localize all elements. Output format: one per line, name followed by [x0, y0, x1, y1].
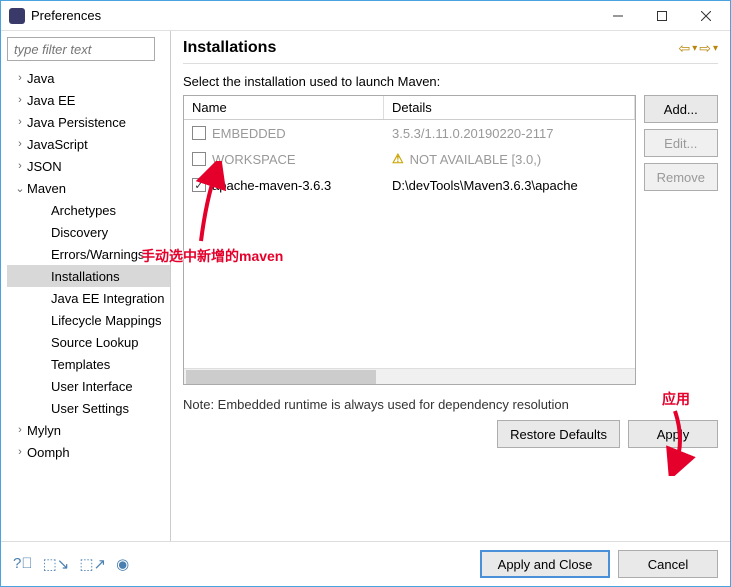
dialog-footer: ?⃝ ⬚↘ ⬚↗ ◉ Apply and Close Cancel — [1, 541, 730, 586]
forward-icon[interactable]: ⇨ — [699, 40, 711, 57]
sidebar-item-java-ee-integration[interactable]: Java EE Integration — [7, 287, 170, 309]
sidebar-item-discovery[interactable]: Discovery — [7, 221, 170, 243]
row-checkbox[interactable] — [192, 126, 206, 140]
tree-item-label: Oomph — [27, 445, 70, 460]
sidebar-item-json[interactable]: ›JSON — [7, 155, 170, 177]
preferences-tree[interactable]: ›Java›Java EE›Java Persistence›JavaScrip… — [7, 67, 170, 535]
sidebar-item-source-lookup[interactable]: Source Lookup — [7, 331, 170, 353]
subtitle: Select the installation used to launch M… — [183, 74, 718, 89]
row-details: 3.5.3/1.11.0.20190220-2117 — [392, 126, 553, 141]
sidebar-item-user-interface[interactable]: User Interface — [7, 375, 170, 397]
maximize-button[interactable] — [640, 2, 684, 30]
expander-icon[interactable]: › — [13, 424, 27, 436]
expander-icon[interactable]: › — [13, 94, 27, 106]
column-name[interactable]: Name — [184, 96, 384, 119]
page-title: Installations — [183, 39, 678, 57]
row-details: NOT AVAILABLE [3.0,) — [410, 152, 542, 167]
content-panel: Installations ⇦▾ ⇨▾ Select the installat… — [171, 31, 730, 541]
tree-item-label: Errors/Warnings — [51, 247, 144, 262]
edit-button[interactable]: Edit... — [644, 129, 718, 157]
table-row[interactable]: WORKSPACE ⚠ NOT AVAILABLE [3.0,) — [184, 146, 635, 172]
sidebar-item-javascript[interactable]: ›JavaScript — [7, 133, 170, 155]
add-button[interactable]: Add... — [644, 95, 718, 123]
expander-icon[interactable]: › — [13, 72, 27, 84]
back-icon[interactable]: ⇦ — [678, 40, 690, 57]
expander-icon[interactable]: › — [13, 116, 27, 128]
minimize-button[interactable] — [596, 2, 640, 30]
import-icon[interactable]: ⬚↘ — [43, 555, 70, 573]
sidebar-item-oomph[interactable]: ›Oomph — [7, 441, 170, 463]
apply-and-close-button[interactable]: Apply and Close — [480, 550, 610, 578]
sidebar-item-lifecycle-mappings[interactable]: Lifecycle Mappings — [7, 309, 170, 331]
sidebar-item-mylyn[interactable]: ›Mylyn — [7, 419, 170, 441]
tree-item-label: Installations — [51, 269, 120, 284]
tree-item-label: Maven — [27, 181, 66, 196]
tree-item-label: Java Persistence — [27, 115, 126, 130]
expander-icon[interactable]: › — [13, 160, 27, 172]
remove-button[interactable]: Remove — [644, 163, 718, 191]
sidebar-item-installations[interactable]: Installations — [7, 265, 170, 287]
row-name: apache-maven-3.6.3 — [212, 178, 331, 193]
tree-item-label: JavaScript — [27, 137, 88, 152]
tree-item-label: User Interface — [51, 379, 133, 394]
row-details: D:\devTools\Maven3.6.3\apache — [392, 178, 578, 193]
expander-icon[interactable]: › — [13, 138, 27, 150]
row-name: WORKSPACE — [212, 152, 296, 167]
sidebar-item-user-settings[interactable]: User Settings — [7, 397, 170, 419]
record-icon[interactable]: ◉ — [116, 555, 129, 573]
sidebar-item-java-ee[interactable]: ›Java EE — [7, 89, 170, 111]
tree-item-label: Java EE — [27, 93, 75, 108]
tree-item-label: Java EE Integration — [51, 291, 164, 306]
column-details[interactable]: Details — [384, 96, 635, 119]
tree-item-label: Java — [27, 71, 54, 86]
sidebar-item-errors-warnings[interactable]: Errors/Warnings — [7, 243, 170, 265]
tree-item-label: JSON — [27, 159, 62, 174]
row-checkbox[interactable] — [192, 178, 206, 192]
tree-item-label: Source Lookup — [51, 335, 138, 350]
export-icon[interactable]: ⬚↗ — [79, 555, 106, 573]
window-titlebar: Preferences — [1, 1, 730, 31]
horizontal-scrollbar[interactable] — [184, 368, 635, 384]
window-title: Preferences — [31, 8, 596, 23]
cancel-button[interactable]: Cancel — [618, 550, 718, 578]
app-icon — [9, 8, 25, 24]
restore-defaults-button[interactable]: Restore Defaults — [497, 420, 620, 448]
tree-item-label: Mylyn — [27, 423, 61, 438]
sidebar-item-archetypes[interactable]: Archetypes — [7, 199, 170, 221]
apply-button[interactable]: Apply — [628, 420, 718, 448]
table-row[interactable]: EMBEDDED 3.5.3/1.11.0.20190220-2117 — [184, 120, 635, 146]
sidebar-item-java[interactable]: ›Java — [7, 67, 170, 89]
tree-item-label: Archetypes — [51, 203, 116, 218]
expander-icon[interactable]: ⌄ — [13, 182, 27, 195]
help-icon[interactable]: ?⃝ — [13, 555, 33, 573]
installations-table: Name Details EMBEDDED 3.5.3/1.11.0.201902… — [183, 95, 636, 385]
close-button[interactable] — [684, 2, 728, 30]
tree-item-label: Lifecycle Mappings — [51, 313, 162, 328]
warning-icon: ⚠ — [392, 151, 404, 167]
row-checkbox[interactable] — [192, 152, 206, 166]
nav-arrows[interactable]: ⇦▾ ⇨▾ — [678, 40, 718, 57]
tree-item-label: Discovery — [51, 225, 108, 240]
expander-icon[interactable]: › — [13, 446, 27, 458]
sidebar-item-templates[interactable]: Templates — [7, 353, 170, 375]
tree-item-label: User Settings — [51, 401, 129, 416]
preferences-sidebar: ›Java›Java EE›Java Persistence›JavaScrip… — [1, 31, 171, 541]
table-row[interactable]: apache-maven-3.6.3 D:\devTools\Maven3.6.3… — [184, 172, 635, 198]
row-name: EMBEDDED — [212, 126, 286, 141]
note-text: Note: Embedded runtime is always used fo… — [183, 397, 718, 412]
tree-item-label: Templates — [51, 357, 110, 372]
filter-input[interactable] — [7, 37, 155, 61]
sidebar-item-java-persistence[interactable]: ›Java Persistence — [7, 111, 170, 133]
sidebar-item-maven[interactable]: ⌄Maven — [7, 177, 170, 199]
